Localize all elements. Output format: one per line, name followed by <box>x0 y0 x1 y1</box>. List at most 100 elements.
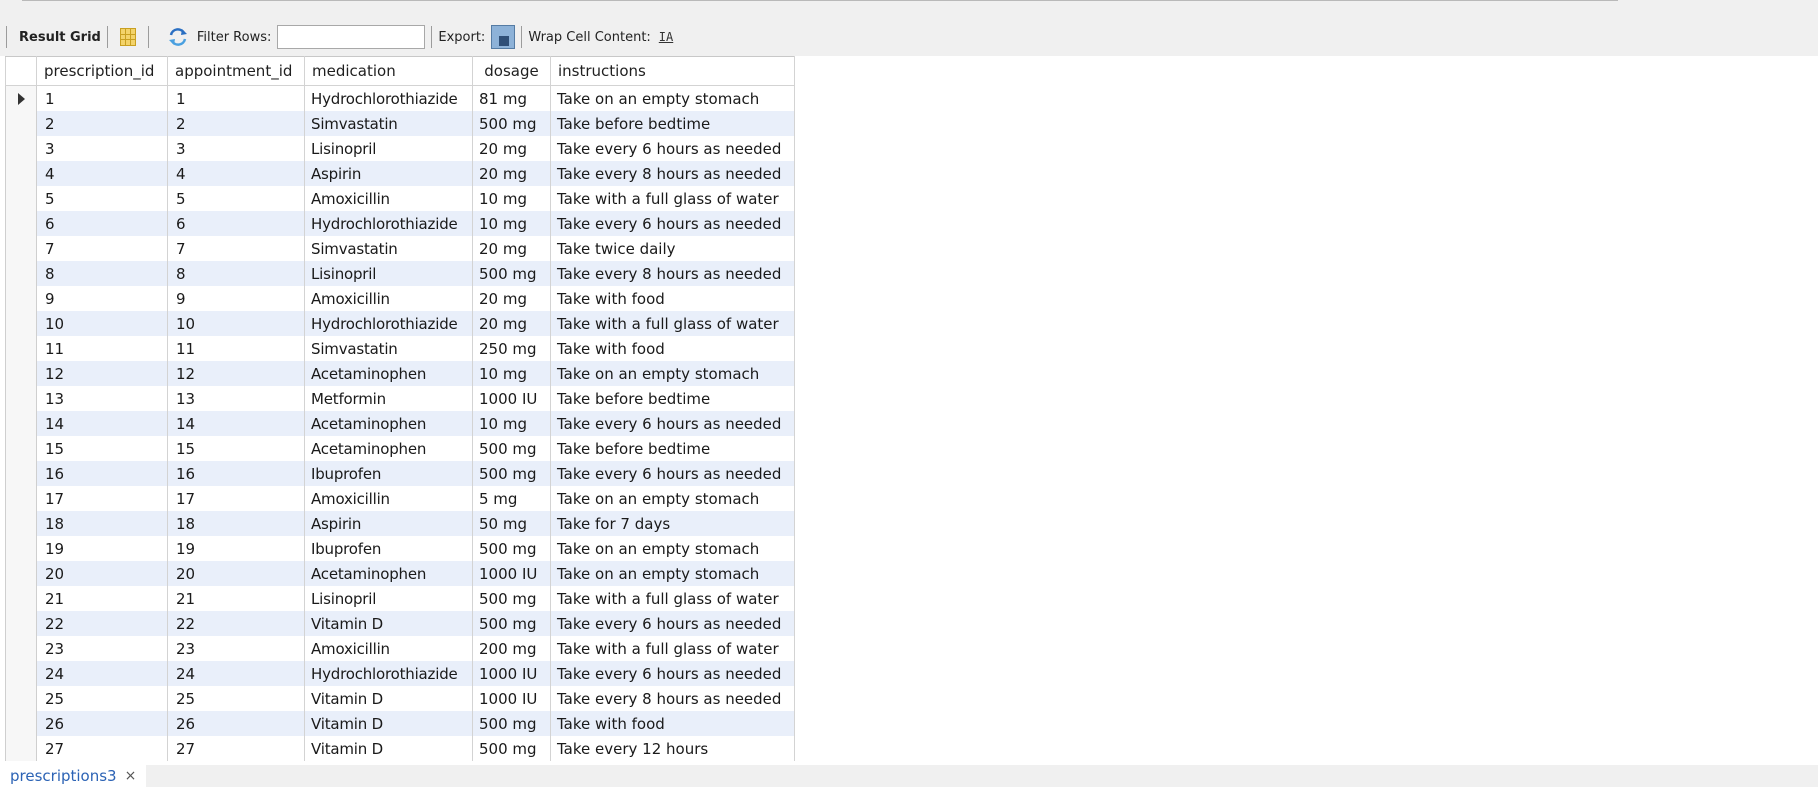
cell-appointment-id[interactable]: 21 <box>167 586 305 611</box>
cell-appointment-id[interactable]: 9 <box>167 286 305 311</box>
cell-prescription-id[interactable]: 6 <box>36 211 168 236</box>
column-header-prescription-id[interactable]: prescription_id <box>36 56 168 86</box>
cell-instructions[interactable]: Take every 6 hours as needed <box>550 211 795 236</box>
cell-appointment-id[interactable]: 14 <box>167 411 305 436</box>
row-selector[interactable] <box>5 111 37 136</box>
table-row[interactable]: 25 25 Vitamin D 1000 IU Take every 8 hours a… <box>5 686 795 711</box>
cell-dosage[interactable]: 500 mg <box>472 586 551 611</box>
result-grid-label[interactable]: Result Grid <box>19 30 101 45</box>
cell-dosage[interactable]: 10 mg <box>472 211 551 236</box>
cell-dosage[interactable]: 10 mg <box>472 361 551 386</box>
row-selector[interactable] <box>5 336 37 361</box>
cell-prescription-id[interactable]: 14 <box>36 411 168 436</box>
cell-medication[interactable]: Vitamin D <box>304 611 473 636</box>
cell-medication[interactable]: Acetaminophen <box>304 436 473 461</box>
cell-prescription-id[interactable]: 4 <box>36 161 168 186</box>
row-selector[interactable] <box>5 511 37 536</box>
table-row[interactable]: 27 27 Vitamin D 500 mg Take every 12 hours <box>5 736 795 761</box>
cell-instructions[interactable]: Take with food <box>550 286 795 311</box>
cell-prescription-id[interactable]: 1 <box>36 85 168 111</box>
cell-dosage[interactable]: 1000 IU <box>472 661 551 686</box>
row-selector[interactable] <box>5 736 37 761</box>
table-row[interactable]: 3 3 Lisinopril 20 mg Take every 6 hours as n… <box>5 136 795 161</box>
cell-medication[interactable]: Hydrochlorothiazide <box>304 311 473 336</box>
cell-medication[interactable]: Hydrochlorothiazide <box>304 661 473 686</box>
cell-prescription-id[interactable]: 18 <box>36 511 168 536</box>
cell-instructions[interactable]: Take twice daily <box>550 236 795 261</box>
cell-instructions[interactable]: Take on an empty stomach <box>550 486 795 511</box>
cell-appointment-id[interactable]: 1 <box>167 85 305 111</box>
cell-prescription-id[interactable]: 9 <box>36 286 168 311</box>
cell-prescription-id[interactable]: 5 <box>36 186 168 211</box>
cell-prescription-id[interactable]: 24 <box>36 661 168 686</box>
cell-medication[interactable]: Amoxicillin <box>304 486 473 511</box>
row-selector[interactable] <box>5 561 37 586</box>
cell-dosage[interactable]: 81 mg <box>472 85 551 111</box>
cell-medication[interactable]: Lisinopril <box>304 136 473 161</box>
cell-dosage[interactable]: 500 mg <box>472 436 551 461</box>
cell-instructions[interactable]: Take with a full glass of water <box>550 586 795 611</box>
row-selector[interactable] <box>5 411 37 436</box>
cell-dosage[interactable]: 500 mg <box>472 111 551 136</box>
cell-instructions[interactable]: Take every 8 hours as needed <box>550 686 795 711</box>
cell-instructions[interactable]: Take every 8 hours as needed <box>550 261 795 286</box>
cell-dosage[interactable]: 500 mg <box>472 736 551 761</box>
row-selector-header[interactable] <box>5 56 37 86</box>
cell-medication[interactable]: Ibuprofen <box>304 461 473 486</box>
row-selector[interactable] <box>5 261 37 286</box>
cell-medication[interactable]: Acetaminophen <box>304 561 473 586</box>
cell-medication[interactable]: Vitamin D <box>304 736 473 761</box>
cell-prescription-id[interactable]: 7 <box>36 236 168 261</box>
table-row[interactable]: 9 9 Amoxicillin 20 mg Take with food <box>5 286 795 311</box>
cell-appointment-id[interactable]: 27 <box>167 736 305 761</box>
cell-prescription-id[interactable]: 26 <box>36 711 168 736</box>
row-selector[interactable] <box>5 536 37 561</box>
row-selector[interactable] <box>5 586 37 611</box>
cell-medication[interactable]: Vitamin D <box>304 711 473 736</box>
cell-appointment-id[interactable]: 8 <box>167 261 305 286</box>
cell-prescription-id[interactable]: 17 <box>36 486 168 511</box>
table-row[interactable]: 2 2 Simvastatin 500 mg Take before bedtime <box>5 111 795 136</box>
column-header-instructions[interactable]: instructions <box>550 56 795 86</box>
cell-appointment-id[interactable]: 18 <box>167 511 305 536</box>
cell-prescription-id[interactable]: 25 <box>36 686 168 711</box>
cell-instructions[interactable]: Take with a full glass of water <box>550 186 795 211</box>
table-row[interactable]: 22 22 Vitamin D 500 mg Take every 6 hours as… <box>5 611 795 636</box>
row-selector[interactable] <box>5 486 37 511</box>
cell-instructions[interactable]: Take on an empty stomach <box>550 85 795 111</box>
cell-dosage[interactable]: 500 mg <box>472 711 551 736</box>
row-selector[interactable] <box>5 661 37 686</box>
cell-medication[interactable]: Metformin <box>304 386 473 411</box>
cell-medication[interactable]: Amoxicillin <box>304 286 473 311</box>
export-icon[interactable] <box>491 25 516 49</box>
row-selector[interactable] <box>5 211 37 236</box>
row-selector[interactable] <box>5 85 37 111</box>
table-row[interactable]: 16 16 Ibuprofen 500 mg Take every 6 hours as… <box>5 461 795 486</box>
cell-instructions[interactable]: Take every 6 hours as needed <box>550 411 795 436</box>
cell-prescription-id[interactable]: 22 <box>36 611 168 636</box>
cell-instructions[interactable]: Take before bedtime <box>550 111 795 136</box>
cell-instructions[interactable]: Take with food <box>550 336 795 361</box>
cell-instructions[interactable]: Take every 6 hours as needed <box>550 136 795 161</box>
table-row[interactable]: 1 1 Hydrochlorothiazide 81 mg Take on an emp… <box>5 85 795 111</box>
cell-dosage[interactable]: 500 mg <box>472 611 551 636</box>
cell-instructions[interactable]: Take before bedtime <box>550 386 795 411</box>
cell-instructions[interactable]: Take every 12 hours <box>550 736 795 761</box>
cell-dosage[interactable]: 20 mg <box>472 161 551 186</box>
table-row[interactable]: 11 11 Simvastatin 250 mg Take with food <box>5 336 795 361</box>
table-row[interactable]: 4 4 Aspirin 20 mg Take every 8 hours as need… <box>5 161 795 186</box>
grid-view-icon[interactable] <box>119 28 136 46</box>
row-selector[interactable] <box>5 361 37 386</box>
cell-medication[interactable]: Hydrochlorothiazide <box>304 211 473 236</box>
row-selector[interactable] <box>5 311 37 336</box>
cell-prescription-id[interactable]: 13 <box>36 386 168 411</box>
cell-appointment-id[interactable]: 25 <box>167 686 305 711</box>
cell-medication[interactable]: Lisinopril <box>304 586 473 611</box>
cell-dosage[interactable]: 1000 IU <box>472 386 551 411</box>
cell-instructions[interactable]: Take before bedtime <box>550 436 795 461</box>
cell-appointment-id[interactable]: 15 <box>167 436 305 461</box>
cell-instructions[interactable]: Take with a full glass of water <box>550 311 795 336</box>
cell-instructions[interactable]: Take with food <box>550 711 795 736</box>
cell-medication[interactable]: Aspirin <box>304 161 473 186</box>
cell-prescription-id[interactable]: 8 <box>36 261 168 286</box>
